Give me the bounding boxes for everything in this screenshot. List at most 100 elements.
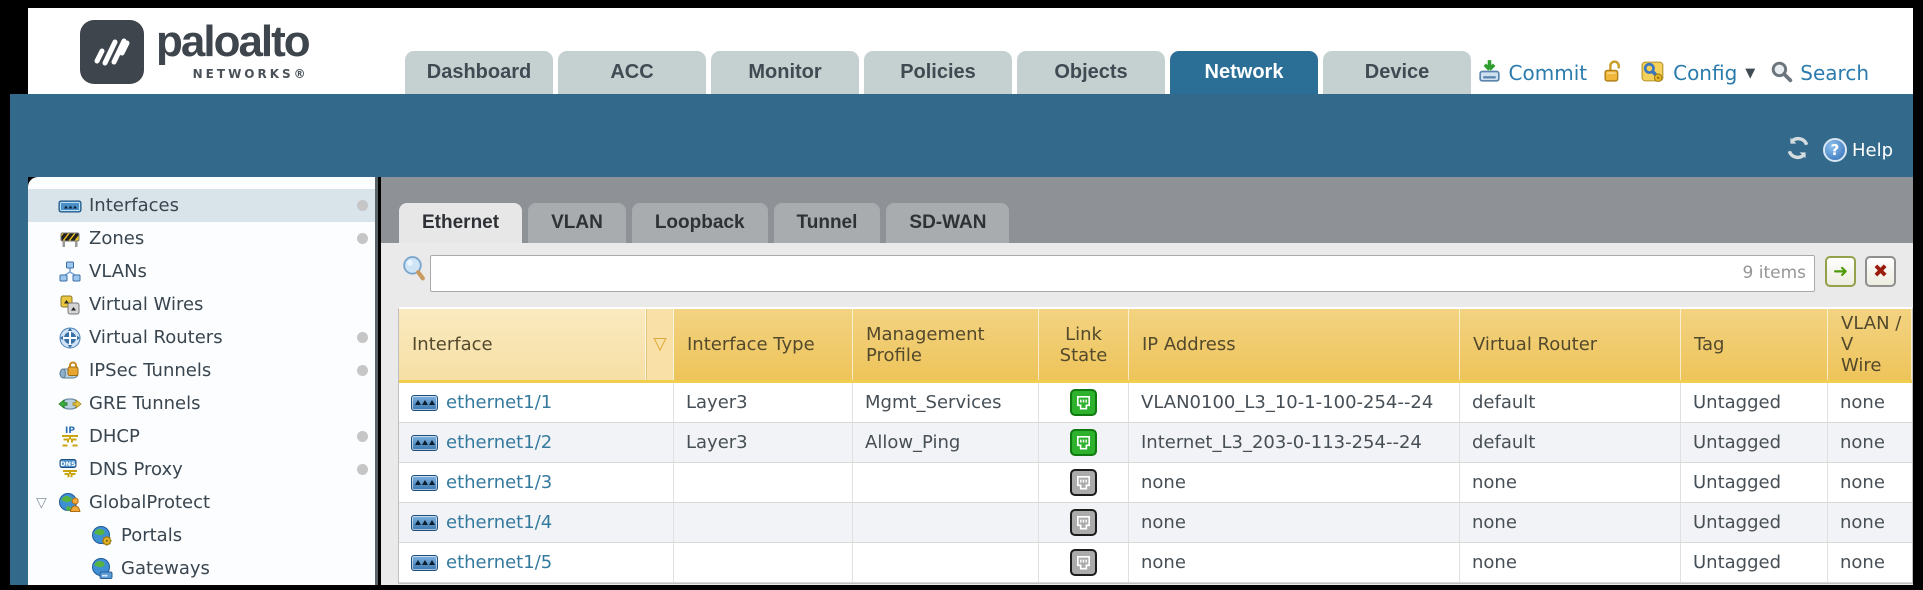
expander-icon[interactable]: ▽ [36,495,47,511]
interface-link[interactable]: ethernet1/4 [446,512,552,533]
ip-address-cell: Internet_L3_203-0-113-254--24 [1129,423,1460,463]
column-header-interface-type[interactable]: Interface Type [674,309,853,380]
subtab-ethernet[interactable]: Ethernet [399,203,522,243]
virtual-wires-icon [58,293,82,317]
sidebar-item-label: Zones [89,228,144,249]
dhcp-icon: IP [58,425,82,449]
column-header-ip-address[interactable]: IP Address [1129,309,1460,380]
clear-filter-button[interactable]: ✖ [1865,256,1896,287]
sidebar-item-label: DNS Proxy [89,459,183,480]
tab-monitor[interactable]: Monitor [711,51,859,94]
chevron-down-icon: ▼ [1745,66,1755,81]
tab-network[interactable]: Network [1170,51,1318,94]
secondary-bar-actions: ? Help [1785,135,1893,165]
tab-policies[interactable]: Policies [864,51,1012,94]
ethernet-interface-icon [411,555,438,571]
utility-bar: Commit Config ▼ Search [1476,52,1869,94]
table-row[interactable]: ethernet1/4 none none Untagged none [399,503,1912,543]
sidebar-item-interfaces[interactable]: Interfaces [28,189,375,222]
sidebar-item-label: IPSec Tunnels [89,360,211,381]
sidebar-item-ipsec-tunnels[interactable]: IPSec Tunnels [28,354,375,387]
link-state-cell [1039,463,1129,503]
column-header-vlan-v[interactable]: VLAN / VWire [1828,309,1912,380]
sidebar-item-vlans[interactable]: VLANs [28,255,375,288]
search-button[interactable]: Search [1769,59,1869,88]
ip-address-cell: none [1129,463,1460,503]
column-header-management[interactable]: ManagementProfile [853,309,1039,380]
link-state-down-icon [1070,509,1097,536]
subtab-tunnel[interactable]: Tunnel [774,203,881,243]
ip-address-cell: none [1129,543,1460,583]
column-filter-button[interactable]: ▽ [646,309,674,380]
table-row[interactable]: ethernet1/5 none none Untagged none [399,543,1912,583]
sidebar-item-portals[interactable]: Portals [28,519,375,552]
sidebar-item-globalprotect[interactable]: ▽GlobalProtect [28,486,375,519]
tag-cell: Untagged [1681,423,1828,463]
zones-icon [58,227,82,251]
status-dot [357,431,368,442]
nav-sidebar: Interfaces Zones VLANsVirtual Wires Virtual… [28,177,378,585]
virtual-routers-icon [58,326,82,350]
tab-acc[interactable]: ACC [558,51,706,94]
refresh-icon[interactable] [1785,135,1811,165]
column-label: Virtual Router [1473,334,1680,355]
gateways-icon [90,557,114,581]
column-header-virtual-router[interactable]: Virtual Router [1460,309,1681,380]
status-dot [357,332,368,343]
interface-link[interactable]: ethernet1/2 [446,432,552,453]
sidebar-item-label: Gateways [121,558,210,579]
ethernet-interface-icon [411,395,438,411]
sidebar-item-dhcp[interactable]: IPDHCP [28,420,375,453]
left-accent-strip [10,177,28,585]
sidebar-item-dns-proxy[interactable]: DNS DNS Proxy [28,453,375,486]
sidebar-item-virtual-routers[interactable]: Virtual Routers [28,321,375,354]
column-label: Management [866,324,1038,345]
tab-objects[interactable]: Objects [1017,51,1165,94]
sidebar-item-zones[interactable]: Zones [28,222,375,255]
ethernet-panel: 9 items ➜ ✖ Interface▽Interface TypeMana… [381,243,1913,585]
tab-device[interactable]: Device [1323,51,1471,94]
status-dot [357,200,368,211]
tab-dashboard[interactable]: Dashboard [405,51,553,94]
table-row[interactable]: ethernet1/3 none none Untagged none [399,463,1912,503]
link-state-down-icon [1070,469,1097,496]
apply-filter-button[interactable]: ➜ [1825,256,1856,287]
dns-proxy-icon: DNS [58,458,82,482]
sidebar-item-label: GRE Tunnels [89,393,201,414]
sidebar-item-gre-tunnels[interactable]: GRE Tunnels [28,387,375,420]
commit-button[interactable]: Commit [1476,58,1588,89]
management-profile-cell [853,543,1039,583]
search-label: Search [1800,61,1869,85]
subtab-sd-wan[interactable]: SD-WAN [886,203,1009,243]
subtab-loopback[interactable]: Loopback [632,203,768,243]
interface-link[interactable]: ethernet1/3 [446,472,552,493]
interface-link[interactable]: ethernet1/5 [446,552,552,573]
tag-cell: Untagged [1681,543,1828,583]
sidebar-item-label: Virtual Routers [89,327,223,348]
column-header-link[interactable]: LinkState [1039,309,1129,380]
link-state-up-icon [1070,389,1097,416]
sort-triangle-icon: ▽ [653,336,666,353]
link-state-cell [1039,543,1129,583]
interface-link[interactable]: ethernet1/1 [446,392,552,413]
virtual-router-cell: none [1460,503,1681,543]
management-profile-cell [853,503,1039,543]
column-header-interface[interactable]: Interface [399,309,646,380]
config-dropdown[interactable]: Config ▼ [1640,58,1755,89]
search-icon [1769,59,1794,88]
filter-magnifier-icon [401,255,426,286]
ip-address-cell: none [1129,503,1460,543]
paloalto-logo: paloalto NETWORKS® [80,20,309,84]
column-header-tag[interactable]: Tag [1681,309,1828,380]
ethernet-interface-icon [411,515,438,531]
help-button[interactable]: ? Help [1823,138,1893,162]
sidebar-item-gateways[interactable]: Gateways [28,552,375,585]
filter-input[interactable] [430,255,1815,292]
subtab-vlan[interactable]: VLAN [528,203,626,243]
sidebar-item-virtual-wires[interactable]: Virtual Wires [28,288,375,321]
column-label: State [1060,345,1108,366]
table-row[interactable]: ethernet1/2 Layer3 Allow_Ping Internet_L… [399,423,1912,463]
unlock-icon[interactable] [1601,59,1626,88]
status-dot [357,464,368,475]
table-row[interactable]: ethernet1/1 Layer3 Mgmt_Services VLAN010… [399,383,1912,423]
